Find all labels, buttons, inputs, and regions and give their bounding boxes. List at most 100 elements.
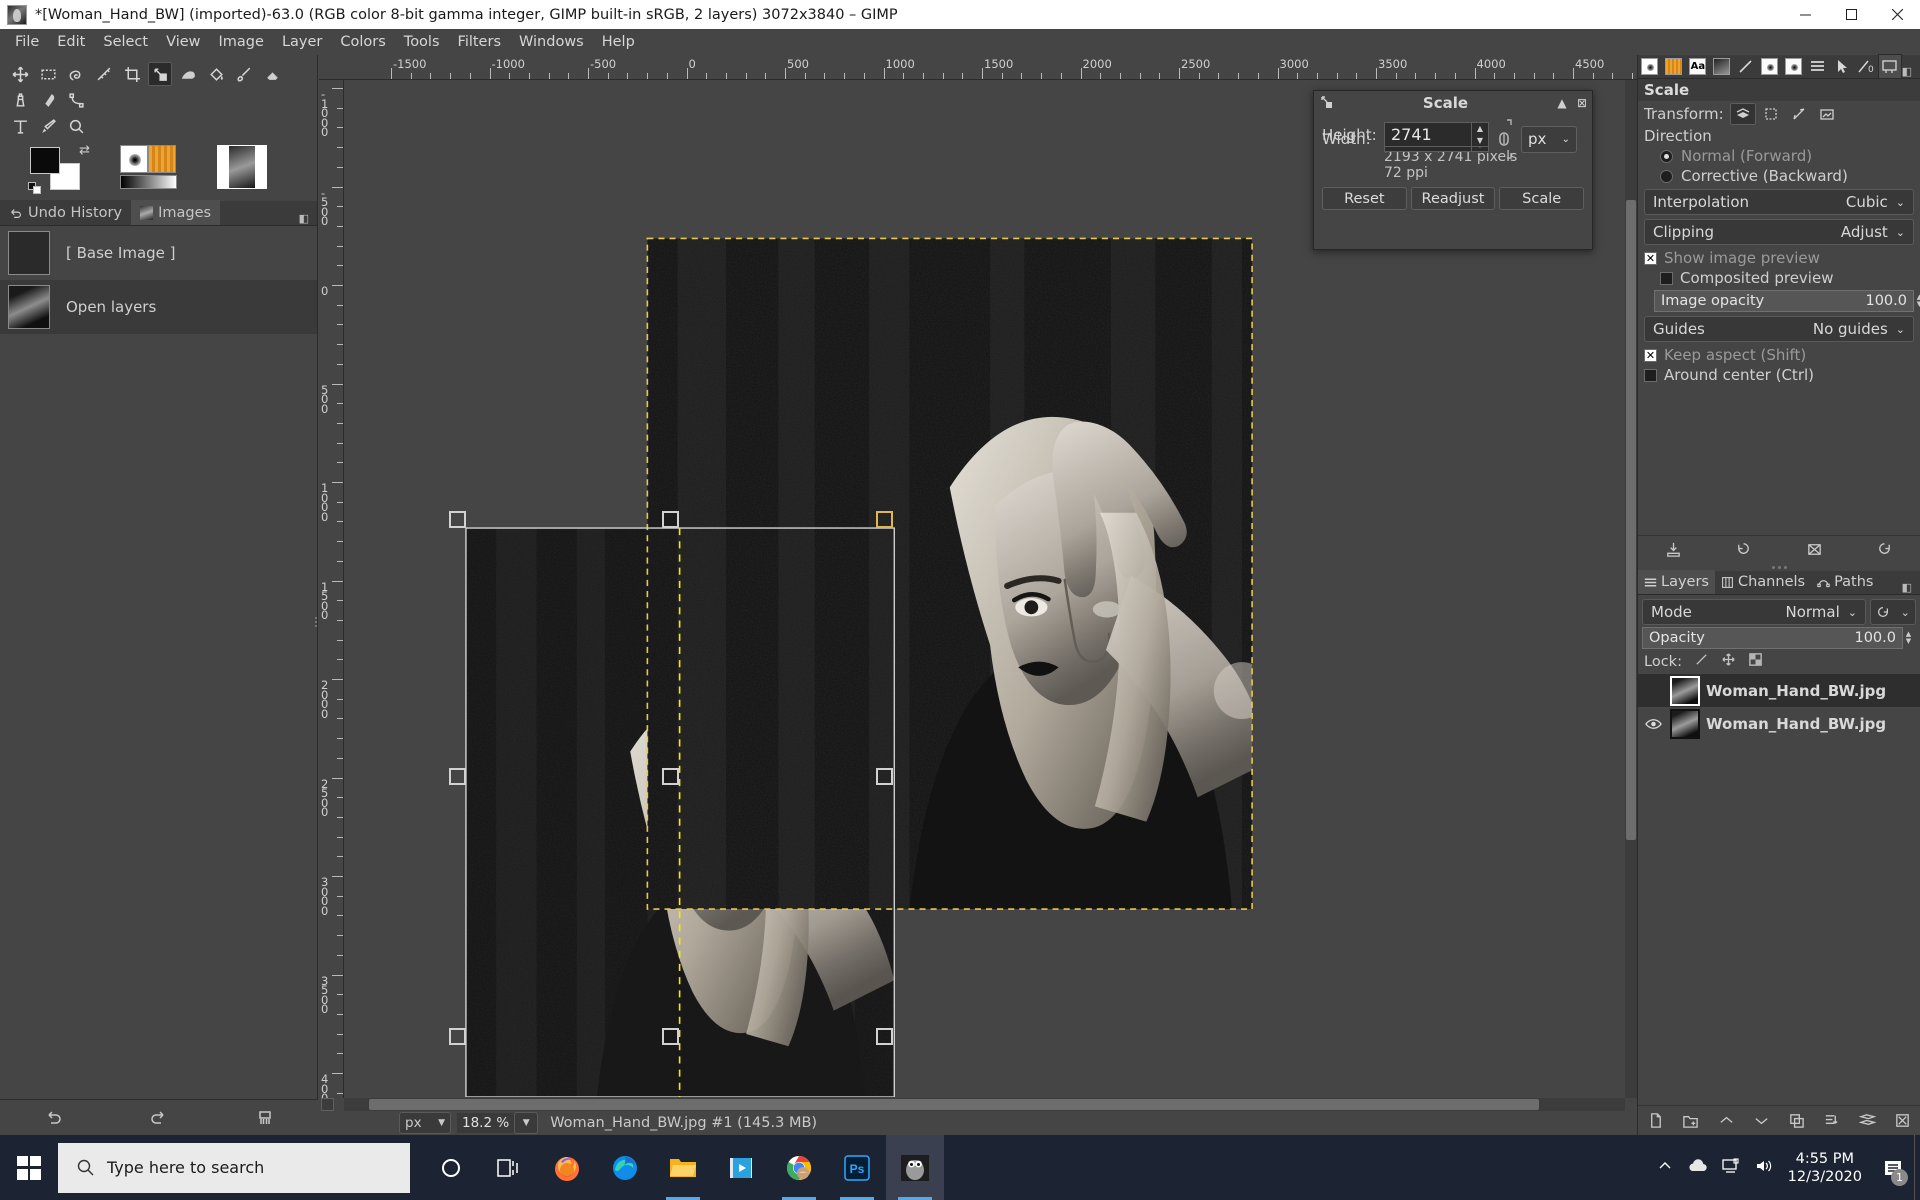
- active-image-thumbnail[interactable]: [217, 145, 267, 189]
- transform-path-button[interactable]: [1786, 103, 1812, 125]
- tab-channels[interactable]: Channels: [1715, 570, 1811, 594]
- file-explorer-icon[interactable]: [654, 1135, 712, 1200]
- layer-opacity-stepper[interactable]: ▲ ▼: [1902, 628, 1915, 648]
- tab-gradients[interactable]: [1734, 54, 1758, 78]
- menu-edit[interactable]: Edit: [48, 32, 94, 52]
- lock-alpha-button[interactable]: [1748, 652, 1763, 671]
- image-opacity-slider[interactable]: Image opacity 100.0 ▲ ▼: [1654, 290, 1920, 312]
- tab-brushes[interactable]: [1638, 54, 1662, 78]
- menu-windows[interactable]: Windows: [510, 32, 593, 52]
- vertical-ruler[interactable]: -1000 -500 0 500 1000 1500 2000 2500 3000 3500 400…: [319, 80, 344, 1098]
- cortana-icon[interactable]: [422, 1135, 480, 1200]
- gimp-icon[interactable]: [886, 1135, 944, 1200]
- swap-colors-icon[interactable]: ⇄: [79, 143, 90, 158]
- scale-button[interactable]: Scale: [1499, 187, 1585, 210]
- checkbox-composited-preview[interactable]: [1660, 271, 1673, 285]
- list-item[interactable]: [ Base Image ]: [0, 226, 317, 280]
- rectangle-select-tool[interactable]: [36, 62, 60, 86]
- status-unit-selector[interactable]: px ▼: [399, 1112, 451, 1134]
- guides-combo[interactable]: Guides No guides ⌄: [1644, 316, 1914, 342]
- network-icon[interactable]: [1721, 1157, 1741, 1178]
- scale-unit-selector[interactable]: px ⌄: [1521, 125, 1577, 153]
- tab-paths[interactable]: Paths: [1811, 570, 1879, 594]
- duplicate-layer-button[interactable]: [1779, 1112, 1814, 1129]
- notifications-button[interactable]: 1: [1876, 1135, 1910, 1200]
- layers-dock-collapse-icon[interactable]: ◧: [1902, 581, 1912, 594]
- transform-handle-bottom-left[interactable]: [448, 1027, 466, 1045]
- clone-tool[interactable]: [8, 88, 32, 112]
- lock-pixels-button[interactable]: [1694, 652, 1709, 671]
- layer-mode-combo[interactable]: Mode Normal ⌄: [1642, 599, 1866, 625]
- list-item[interactable]: Open layers: [0, 280, 317, 334]
- firefox-icon[interactable]: [538, 1135, 596, 1200]
- navigation-preview-button[interactable]: [1625, 1098, 1637, 1111]
- merge-down-button[interactable]: [1850, 1112, 1885, 1129]
- image-opacity-stepper[interactable]: ▲ ▼: [1913, 291, 1920, 311]
- menu-select[interactable]: Select: [94, 32, 157, 52]
- new-layer-button[interactable]: [1638, 1112, 1673, 1129]
- menu-colors[interactable]: Colors: [331, 32, 394, 52]
- transform-handle-center[interactable]: [662, 767, 680, 785]
- transform-handle-top-right[interactable]: [876, 510, 894, 528]
- radio-normal-forward[interactable]: [1660, 149, 1673, 163]
- lower-layer-button[interactable]: [1744, 1112, 1779, 1129]
- layer-blend-space-button[interactable]: ⌄: [1870, 599, 1916, 625]
- close-dialog-icon[interactable]: ⊠: [1572, 96, 1592, 110]
- delete-tool-preset-button[interactable]: [1779, 541, 1850, 558]
- transform-handle-mid-left[interactable]: [448, 767, 466, 785]
- tab-fonts[interactable]: Aa: [1686, 54, 1710, 78]
- onedrive-icon[interactable]: [1686, 1158, 1708, 1178]
- tab-images[interactable]: Images: [131, 200, 221, 225]
- reset-button[interactable]: Reset: [1322, 187, 1407, 210]
- tab-patterns[interactable]: [1662, 54, 1686, 78]
- transform-handle-top-center[interactable]: [662, 510, 680, 528]
- transform-handle-bottom-right[interactable]: [876, 1027, 894, 1045]
- edge-icon[interactable]: [596, 1135, 654, 1200]
- tab-undo-history[interactable]: Undo History: [0, 200, 132, 225]
- active-brush-icon[interactable]: [120, 145, 148, 173]
- scrollbar-thumb[interactable]: [369, 1099, 1539, 1110]
- ink-tool[interactable]: [36, 88, 60, 112]
- text-tool[interactable]: [8, 114, 32, 138]
- menu-file[interactable]: File: [6, 32, 48, 52]
- composited-preview-row[interactable]: Composited preview: [1660, 269, 1914, 287]
- close-button[interactable]: [1874, 0, 1920, 29]
- tab-layers[interactable]: Layers: [1638, 570, 1715, 594]
- anchor-layer-button[interactable]: [1814, 1112, 1849, 1129]
- menu-image[interactable]: Image: [210, 32, 273, 52]
- left-dock-collapse-icon[interactable]: ◧: [299, 212, 309, 225]
- checkbox-keep-aspect[interactable]: ✕: [1644, 348, 1657, 362]
- transform-handle-mid-right[interactable]: [876, 767, 894, 785]
- tab-tool-options[interactable]: [1877, 54, 1902, 78]
- layer-row[interactable]: Woman_Hand_BW.jpg: [1638, 707, 1920, 740]
- restore-tool-preset-button[interactable]: [1709, 541, 1780, 558]
- zoom-dropdown-button[interactable]: ▼: [514, 1112, 539, 1134]
- chrome-icon[interactable]: [770, 1135, 828, 1200]
- photoshop-icon[interactable]: Ps: [828, 1135, 886, 1200]
- zoom-level-field[interactable]: 18.2 %: [457, 1113, 515, 1133]
- interpolation-combo[interactable]: Interpolation Cubic ⌄: [1644, 189, 1914, 215]
- menu-filters[interactable]: Filters: [449, 32, 510, 52]
- transform-image-button[interactable]: [1814, 103, 1840, 125]
- tab-pointer[interactable]: [1830, 54, 1854, 78]
- foreground-color-swatch[interactable]: [30, 147, 60, 174]
- clipping-combo[interactable]: Clipping Adjust ⌄: [1644, 219, 1914, 245]
- paintbrush-tool[interactable]: [232, 62, 256, 86]
- color-picker-tool[interactable]: [36, 114, 60, 138]
- scrollbar-thumb[interactable]: [1626, 200, 1636, 840]
- canvas-horizontal-scrollbar[interactable]: [344, 1098, 1625, 1111]
- raise-layer-button[interactable]: [1709, 1112, 1744, 1129]
- menu-view[interactable]: View: [157, 32, 209, 52]
- smudge-tool[interactable]: [176, 62, 200, 86]
- taskbar-search-box[interactable]: Type here to search: [58, 1142, 410, 1193]
- quick-mask-toggle[interactable]: [321, 1098, 334, 1111]
- horizontal-ruler[interactable]: -1500 -1000 -500 0 500 1000 1500 2000 2500 3000 35…: [319, 55, 1637, 80]
- menu-help[interactable]: Help: [593, 32, 644, 52]
- move-tool[interactable]: [8, 62, 32, 86]
- tab-layers-alt[interactable]: [1806, 54, 1830, 78]
- redo-button[interactable]: [106, 1109, 212, 1127]
- movies-tv-icon[interactable]: [712, 1135, 770, 1200]
- active-gradient-icon[interactable]: [120, 175, 177, 189]
- tab-brush-editor[interactable]: [1758, 54, 1782, 78]
- reset-tool-options-button[interactable]: [1850, 541, 1920, 558]
